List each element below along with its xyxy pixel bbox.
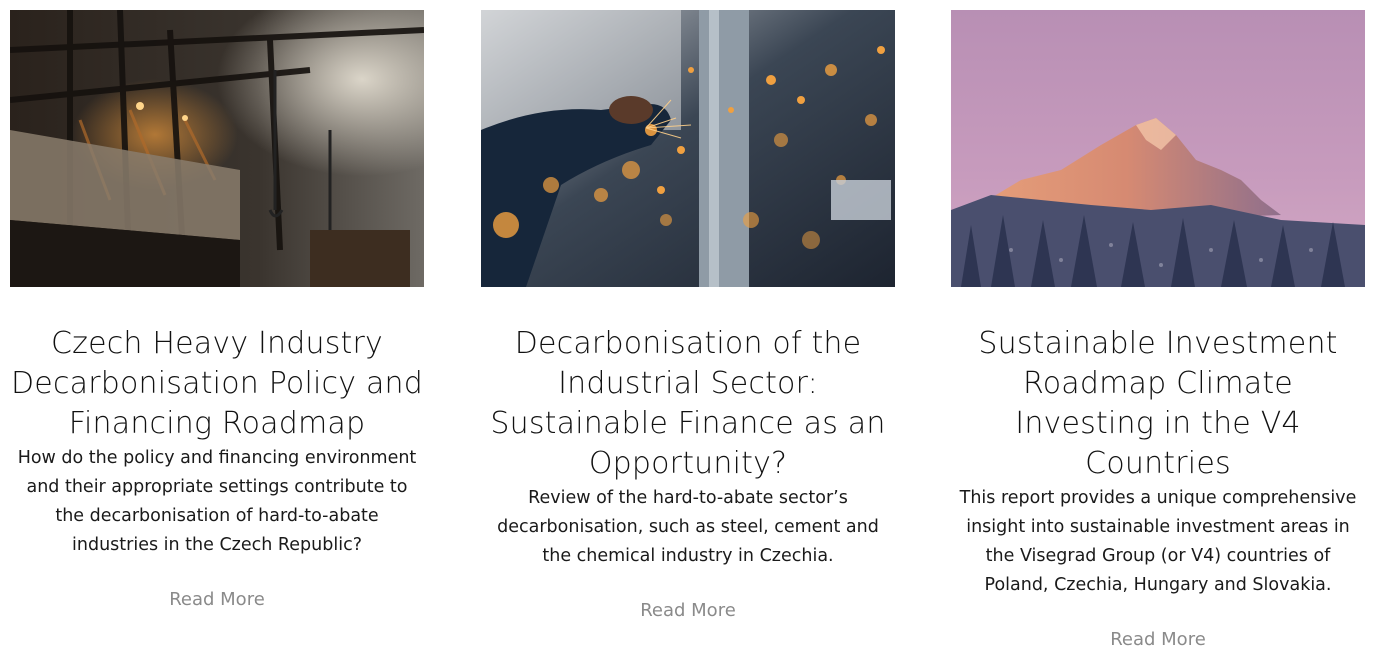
card-description: Review of the hard-to-abate sector’s dec… [497, 488, 879, 566]
read-more-link[interactable]: Read More [1110, 629, 1206, 650]
card-description: This report provides a unique comprehens… [959, 488, 1357, 595]
report-card: Sustainable Investment Roadmap Climate I… [951, 10, 1365, 650]
card-title[interactable]: Decarbonisation of the Industrial Sector… [481, 324, 895, 484]
report-card: Decarbonisation of the Industrial Sector… [481, 10, 895, 621]
card-description: How do the policy and financing environm… [17, 448, 417, 555]
report-card: Czech Heavy Industry Decarbonisation Pol… [10, 10, 424, 610]
report-card-grid: Czech Heavy Industry Decarbonisation Pol… [0, 0, 1378, 664]
mountain-sunset-image[interactable] [951, 10, 1365, 287]
read-more-link[interactable]: Read More [640, 600, 736, 621]
welding-sparks-image[interactable] [481, 10, 895, 287]
card-title[interactable]: Czech Heavy Industry Decarbonisation Pol… [10, 324, 424, 444]
read-more-link[interactable]: Read More [169, 589, 265, 610]
heavy-industry-factory-image[interactable] [10, 10, 424, 287]
card-title[interactable]: Sustainable Investment Roadmap Climate I… [951, 324, 1365, 484]
